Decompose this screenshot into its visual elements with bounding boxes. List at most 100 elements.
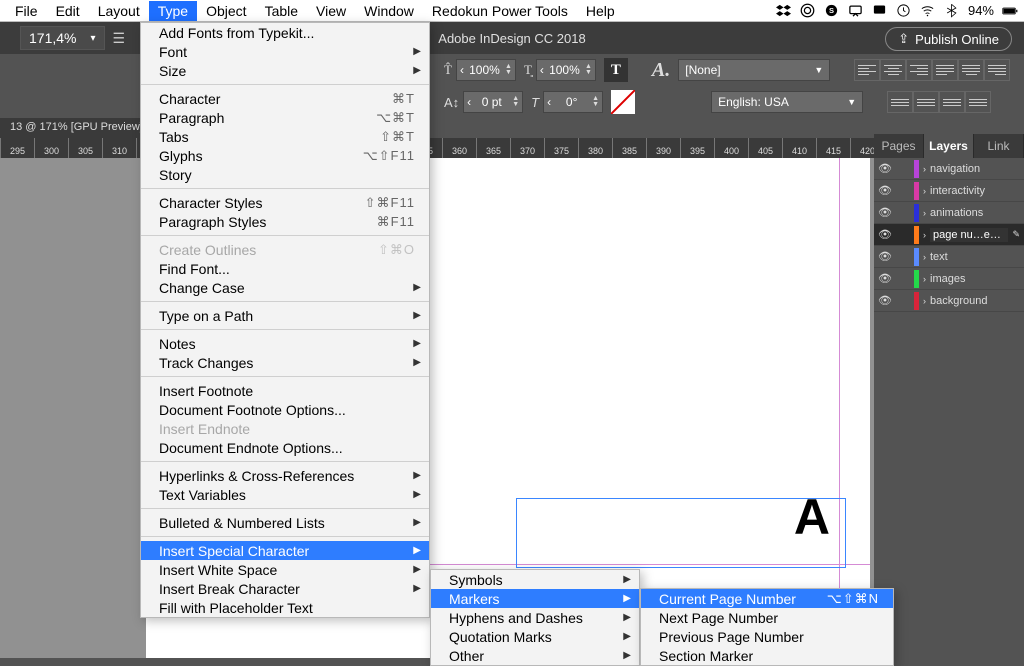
chevron-right-icon[interactable]: ›: [923, 164, 926, 174]
visibility-icon[interactable]: 👁: [878, 250, 892, 263]
menu-item-character[interactable]: Character⌘T: [141, 89, 429, 108]
menu-item-bulleted-numbered-lists[interactable]: Bulleted & Numbered Lists▶: [141, 513, 429, 532]
menu-table[interactable]: Table: [256, 1, 307, 21]
justify-left-button[interactable]: [932, 59, 958, 81]
menu-item-add-fonts-from-typekit-[interactable]: Add Fonts from Typekit...: [141, 23, 429, 42]
battery-icon[interactable]: [1002, 3, 1018, 19]
menu-item-find-font-[interactable]: Find Font...: [141, 259, 429, 278]
menu-item-next-page-number[interactable]: Next Page Number: [641, 608, 893, 627]
menu-item-notes[interactable]: Notes▶: [141, 334, 429, 353]
menu-file[interactable]: File: [6, 1, 47, 21]
menu-item-tabs[interactable]: Tabs⇧⌘T: [141, 127, 429, 146]
menu-item-font[interactable]: Font▶: [141, 42, 429, 61]
menu-type[interactable]: Type: [149, 1, 197, 21]
menu-item-other[interactable]: Other▶: [431, 646, 639, 665]
justify-right-button[interactable]: [984, 59, 1010, 81]
visibility-icon[interactable]: 👁: [878, 184, 892, 197]
menu-item-hyperlinks-cross-references[interactable]: Hyperlinks & Cross-References▶: [141, 466, 429, 485]
layer-background[interactable]: 👁›background: [874, 290, 1024, 312]
menu-view[interactable]: View: [307, 1, 355, 21]
layer-navigation[interactable]: 👁›navigation: [874, 158, 1024, 180]
publish-online-button[interactable]: ⇪ Publish Online: [885, 27, 1012, 51]
chevron-right-icon[interactable]: ›: [923, 252, 926, 262]
indent-right-a[interactable]: [939, 91, 965, 113]
menu-item-change-case[interactable]: Change Case▶: [141, 278, 429, 297]
menu-item-story[interactable]: Story: [141, 165, 429, 184]
display-icon[interactable]: [872, 3, 888, 19]
visibility-icon[interactable]: 👁: [878, 162, 892, 175]
menu-item-quotation-marks[interactable]: Quotation Marks▶: [431, 627, 639, 646]
layer-page-nu-eader-[interactable]: 👁›page nu…eader -✎: [874, 224, 1024, 246]
menu-item-type-on-a-path[interactable]: Type on a Path▶: [141, 306, 429, 325]
menu-item-character-styles[interactable]: Character Styles⇧⌘F11: [141, 193, 429, 212]
align-left-button[interactable]: [854, 59, 880, 81]
menu-item-track-changes[interactable]: Track Changes▶: [141, 353, 429, 372]
paragraph-style-dropdown[interactable]: [None]▼: [678, 59, 830, 81]
clock-icon[interactable]: [896, 3, 912, 19]
fill-text-icon[interactable]: T: [604, 58, 628, 82]
dropbox-icon[interactable]: [776, 3, 792, 19]
chevron-right-icon[interactable]: ›: [923, 296, 926, 306]
chat-icon[interactable]: [848, 3, 864, 19]
menu-item-paragraph[interactable]: Paragraph⌥⌘T: [141, 108, 429, 127]
menu-item-glyphs[interactable]: Glyphs⌥⇧F11: [141, 146, 429, 165]
layer-interactivity[interactable]: 👁›interactivity: [874, 180, 1024, 202]
visibility-icon[interactable]: 👁: [878, 228, 892, 241]
menu-item-size[interactable]: Size▶: [141, 61, 429, 80]
indent-right-b[interactable]: [965, 91, 991, 113]
zoom-dropdown[interactable]: 171,4% ▾: [20, 26, 105, 50]
menu-item-insert-footnote[interactable]: Insert Footnote: [141, 381, 429, 400]
align-center-button[interactable]: [880, 59, 906, 81]
chevron-right-icon[interactable]: ›: [923, 274, 926, 284]
menu-item-markers[interactable]: Markers▶: [431, 589, 639, 608]
menu-help[interactable]: Help: [577, 1, 624, 21]
menu-item-hyphens-and-dashes[interactable]: Hyphens and Dashes▶: [431, 608, 639, 627]
menu-edit[interactable]: Edit: [47, 1, 89, 21]
menu-item-fill-with-placeholder-text[interactable]: Fill with Placeholder Text: [141, 598, 429, 617]
bluetooth-icon[interactable]: [944, 3, 960, 19]
menu-redokun-power-tools[interactable]: Redokun Power Tools: [423, 1, 577, 21]
layer-animations[interactable]: 👁›animations: [874, 202, 1024, 224]
visibility-icon[interactable]: 👁: [878, 206, 892, 219]
scale-y-input[interactable]: ‹100%▲▼: [536, 59, 596, 81]
justify-center-button[interactable]: [958, 59, 984, 81]
menu-item-document-footnote-options-[interactable]: Document Footnote Options...: [141, 400, 429, 419]
wifi-icon[interactable]: [920, 3, 936, 19]
layer-text[interactable]: 👁›text: [874, 246, 1024, 268]
visibility-icon[interactable]: 👁: [878, 272, 892, 285]
chevron-right-icon[interactable]: ›: [923, 186, 926, 196]
skype-icon[interactable]: S: [824, 3, 840, 19]
chevron-right-icon[interactable]: ›: [923, 208, 926, 218]
indent-left-a[interactable]: [887, 91, 913, 113]
menu-item-text-variables[interactable]: Text Variables▶: [141, 485, 429, 504]
menu-item-symbols[interactable]: Symbols▶: [431, 570, 639, 589]
menu-item-current-page-number[interactable]: Current Page Number⌥⇧⌘N: [641, 589, 893, 608]
indent-left-b[interactable]: [913, 91, 939, 113]
visibility-icon[interactable]: 👁: [878, 294, 892, 307]
menu-item-create-outlines: Create Outlines⇧⌘O: [141, 240, 429, 259]
baseline-shift-input[interactable]: ‹0 pt▲▼: [463, 91, 523, 113]
chevron-right-icon[interactable]: ›: [923, 230, 926, 240]
align-right-button[interactable]: [906, 59, 932, 81]
panel-tab-link[interactable]: Link: [974, 134, 1024, 158]
layer-images[interactable]: 👁›images: [874, 268, 1024, 290]
menu-item-insert-special-character[interactable]: Insert Special Character▶: [141, 541, 429, 560]
panel-tab-layers[interactable]: Layers: [924, 134, 974, 158]
stroke-none-icon[interactable]: [611, 90, 635, 114]
menu-item-insert-white-space[interactable]: Insert White Space▶: [141, 560, 429, 579]
menu-item-previous-page-number[interactable]: Previous Page Number: [641, 627, 893, 646]
menu-window[interactable]: Window: [355, 1, 423, 21]
panel-tab-pages[interactable]: Pages: [874, 134, 924, 158]
menu-layout[interactable]: Layout: [89, 1, 149, 21]
view-options-icon[interactable]: ☰: [113, 30, 126, 47]
language-dropdown[interactable]: English: USA▼: [711, 91, 863, 113]
menu-item-document-endnote-options-[interactable]: Document Endnote Options...: [141, 438, 429, 457]
menu-item-section-marker[interactable]: Section Marker: [641, 646, 893, 665]
cc-icon[interactable]: [800, 3, 816, 19]
menu-item-paragraph-styles[interactable]: Paragraph Styles⌘F11: [141, 212, 429, 231]
scale-x-input[interactable]: ‹100%▲▼: [456, 59, 516, 81]
skew-input[interactable]: ‹0°▲▼: [543, 91, 603, 113]
menu-object[interactable]: Object: [197, 1, 255, 21]
menu-item-insert-break-character[interactable]: Insert Break Character▶: [141, 579, 429, 598]
document-tab[interactable]: 13 @ 171% [GPU Preview]: [0, 118, 154, 138]
